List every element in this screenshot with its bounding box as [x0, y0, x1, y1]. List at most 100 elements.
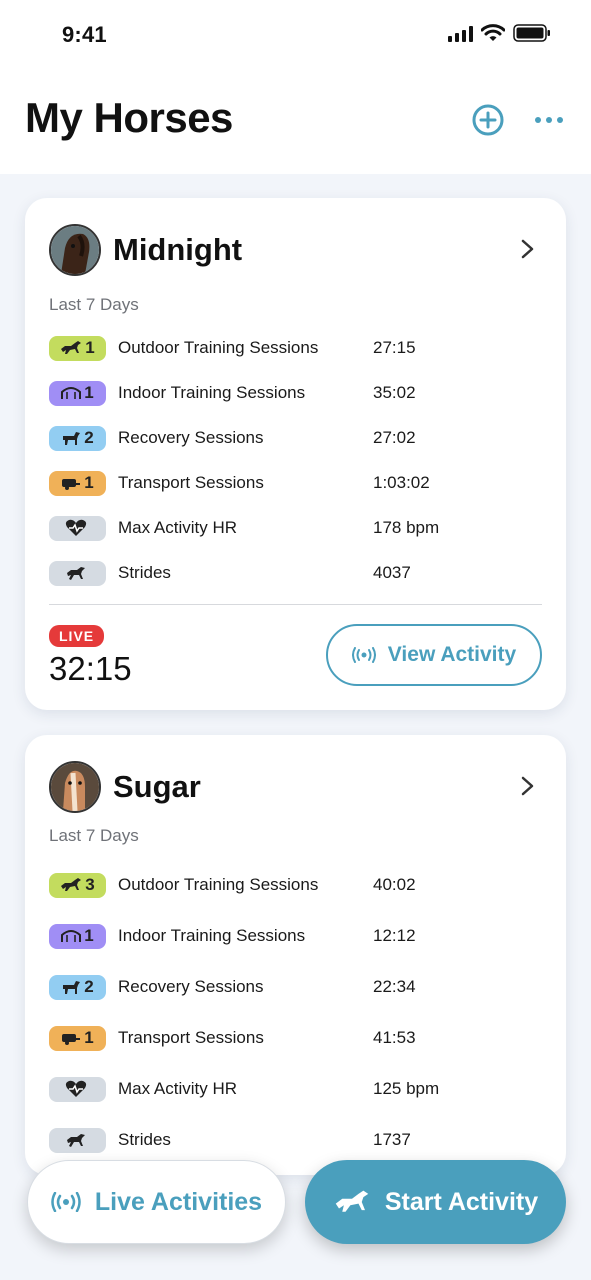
stat-label: Recovery Sessions	[118, 977, 264, 996]
stat-count: 2	[84, 428, 94, 447]
indoor-count-badge: 1	[49, 380, 106, 406]
stat-value: 178 bpm	[373, 518, 440, 537]
stat-label: Outdoor Training Sessions	[118, 875, 319, 894]
outdoor-count-badge: 1	[49, 335, 106, 361]
cellular-signal-icon	[448, 26, 473, 42]
stat-label: Transport Sessions	[118, 473, 264, 492]
heart-rate-icon	[65, 519, 87, 536]
stat-row-max-hr: Max Activity HR 178 bpm	[49, 514, 549, 542]
chevron-right-icon[interactable]	[516, 775, 538, 797]
outdoor-count-badge: 3	[49, 872, 106, 898]
standing-horse-icon	[63, 981, 81, 994]
horse-card-midnight[interactable]: Midnight Last 7 Days 1 Outdoor Training …	[25, 198, 566, 710]
heart-rate-badge	[49, 1076, 106, 1102]
stat-count: 1	[84, 1028, 94, 1047]
stat-label: Outdoor Training Sessions	[118, 338, 319, 357]
stat-value: 12:12	[373, 926, 416, 945]
stat-row-indoor: 1 Indoor Training Sessions 12:12	[49, 922, 549, 950]
stat-count: 1	[84, 473, 94, 492]
stat-row-transport: 1 Transport Sessions 1:03:02	[49, 469, 549, 497]
stat-value: 125 bpm	[373, 1079, 440, 1098]
galloping-horse-icon	[61, 878, 82, 891]
stat-row-indoor: 1 Indoor Training Sessions 35:02	[49, 379, 549, 407]
page-title: My Horses	[25, 94, 233, 141]
stats-period: Last 7 Days	[49, 826, 139, 845]
view-activity-button[interactable]: View Activity	[326, 624, 542, 686]
stat-label: Recovery Sessions	[118, 428, 264, 447]
stat-value: 27:15	[373, 338, 416, 357]
live-activities-button[interactable]: Live Activities	[27, 1160, 286, 1244]
ellipsis-icon[interactable]	[531, 102, 567, 138]
barn-icon	[61, 930, 82, 942]
stat-label: Strides	[118, 563, 171, 582]
live-badge: LIVE	[49, 625, 105, 647]
strides-badge	[49, 560, 106, 586]
start-activity-button[interactable]: Start Activity	[305, 1160, 566, 1244]
horse-avatar	[49, 224, 101, 276]
recovery-count-badge: 2	[49, 425, 106, 451]
view-activity-label: View Activity	[387, 643, 517, 666]
wifi-icon	[481, 24, 505, 41]
stat-value: 27:02	[373, 428, 416, 447]
galloping-horse-icon	[335, 1190, 369, 1212]
header-area: 9:41 My Horses	[0, 0, 591, 174]
broadcast-icon	[351, 647, 376, 663]
stat-row-transport: 1 Transport Sessions 41:53	[49, 1024, 549, 1052]
status-time: 9:41	[62, 22, 107, 47]
stat-value: 1737	[373, 1130, 411, 1149]
stat-label: Transport Sessions	[118, 1028, 264, 1047]
stat-value: 35:02	[373, 383, 416, 402]
horse-card-header[interactable]: Midnight	[49, 224, 242, 276]
trotting-horse-icon	[67, 1134, 85, 1147]
status-bar: 9:41	[0, 0, 591, 70]
stat-value: 41:53	[373, 1028, 416, 1047]
horse-name: Midnight	[113, 232, 243, 267]
stat-label: Indoor Training Sessions	[118, 926, 306, 945]
heart-rate-badge	[49, 515, 106, 541]
strides-badge	[49, 1127, 106, 1153]
trailer-icon	[62, 479, 81, 490]
stat-label: Strides	[118, 1130, 171, 1149]
stat-row-max-hr: Max Activity HR 125 bpm	[49, 1075, 549, 1103]
trailer-icon	[62, 1034, 81, 1045]
start-activity-label: Start Activity	[384, 1187, 539, 1216]
indoor-count-badge: 1	[49, 923, 106, 949]
horse-name: Sugar	[113, 769, 201, 804]
recovery-count-badge: 2	[49, 974, 106, 1000]
horse-card-sugar[interactable]: Sugar Last 7 Days 3 Outdoor Training Ses…	[25, 735, 566, 1175]
galloping-horse-icon	[61, 341, 82, 354]
stat-count: 3	[85, 875, 95, 894]
stat-value: 1:03:02	[373, 473, 430, 492]
transport-count-badge: 1	[49, 1025, 106, 1051]
broadcast-icon	[51, 1192, 81, 1212]
trotting-horse-icon	[67, 567, 85, 580]
stat-value: 4037	[373, 563, 411, 582]
stat-row-strides: Strides 4037	[49, 559, 549, 587]
horse-card-header[interactable]: Sugar	[49, 761, 201, 813]
card-divider	[49, 604, 542, 605]
horse-avatar	[49, 761, 101, 813]
stat-count: 2	[84, 977, 94, 996]
stat-count: 1	[84, 383, 94, 402]
status-icons	[448, 24, 551, 42]
stat-label: Max Activity HR	[118, 1079, 238, 1098]
stats-period: Last 7 Days	[49, 295, 139, 314]
stat-row-recovery: 2 Recovery Sessions 22:34	[49, 973, 549, 1001]
stat-label: Indoor Training Sessions	[118, 383, 306, 402]
stat-label: Max Activity HR	[118, 518, 238, 537]
plus-circle-icon[interactable]	[470, 102, 506, 138]
stat-count: 1	[85, 338, 95, 357]
stat-row-strides: Strides 1737	[49, 1126, 549, 1154]
stat-row-recovery: 2 Recovery Sessions 27:02	[49, 424, 549, 452]
chevron-right-icon[interactable]	[516, 238, 538, 260]
heart-rate-icon	[65, 1080, 87, 1097]
live-timer: 32:15	[49, 650, 132, 687]
battery-icon	[513, 24, 550, 42]
stat-row-outdoor: 1 Outdoor Training Sessions 27:15	[49, 334, 549, 362]
stat-row-outdoor: 3 Outdoor Training Sessions 40:02	[49, 871, 549, 899]
stat-value: 40:02	[373, 875, 416, 894]
standing-horse-icon	[63, 432, 81, 445]
barn-icon	[61, 387, 82, 399]
live-activities-label: Live Activities	[94, 1187, 263, 1216]
stat-value: 22:34	[373, 977, 416, 996]
